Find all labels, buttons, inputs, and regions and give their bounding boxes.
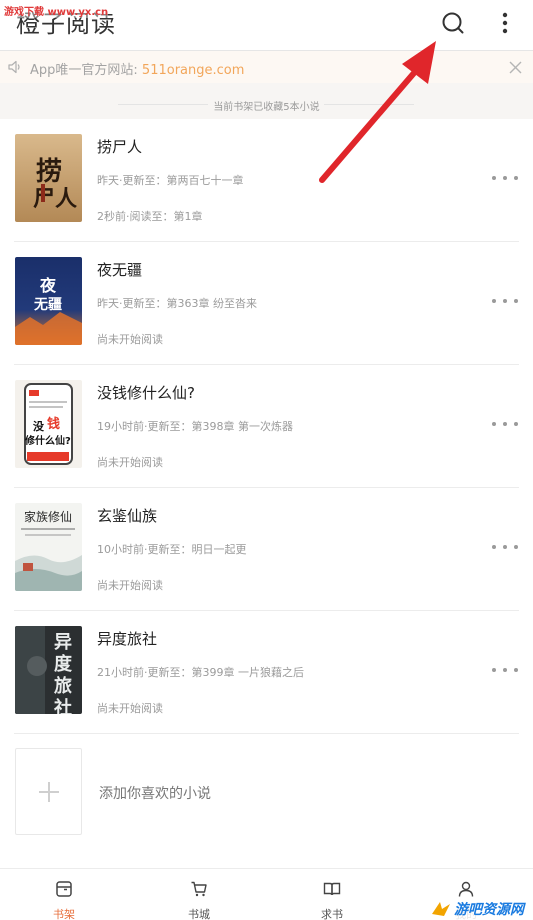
book-more-button[interactable] <box>492 417 518 431</box>
book-update: 昨天·更新至：第两百七十一章 <box>97 174 244 187</box>
book-update: 21小时前·更新至：第399章 一片狼藉之后 <box>97 666 304 679</box>
shelf-count: 当前书架已收藏5本小说 <box>213 102 320 113</box>
book-item[interactable]: 捞 尸人 捞尸人 昨天·更新至：第两百七十一章 2秒前·阅读至：第1章 <box>0 119 533 242</box>
svg-text:修什么仙?: 修什么仙? <box>24 434 71 447</box>
book-item[interactable]: 家族修仙 玄鉴仙族 10小时前·更新至：明日一起更 尚未开始阅读 <box>0 488 533 611</box>
book-update: 19小时前·更新至：第398章 第一次炼器 <box>97 420 293 433</box>
official-site-link[interactable]: 511orange.com <box>142 63 244 78</box>
svg-text:夜: 夜 <box>39 276 57 295</box>
svg-text:无疆: 无疆 <box>33 297 62 313</box>
book-more-button[interactable] <box>492 294 518 308</box>
book-cover[interactable]: 捞 尸人 <box>15 134 82 222</box>
book-cover[interactable]: 夜 无疆 <box>15 257 82 345</box>
more-horizontal-icon <box>492 299 496 303</box>
more-horizontal-icon <box>492 176 496 180</box>
book-cover[interactable]: 家族修仙 <box>15 503 82 591</box>
watermark-logo-icon <box>432 901 450 916</box>
svg-text:旅: 旅 <box>54 675 72 697</box>
book-progress: 尚未开始阅读 <box>97 456 163 469</box>
search-icon <box>442 12 464 34</box>
close-icon <box>509 61 521 73</box>
more-horizontal-icon <box>492 545 496 549</box>
svg-text:异: 异 <box>54 632 72 653</box>
search-button[interactable] <box>438 8 468 38</box>
notice-text: App唯一官方网站: 511orange.com <box>30 59 244 78</box>
divider-right <box>324 104 414 105</box>
book-item[interactable]: 没 钱 修什么仙? 没钱修什么仙? 19小时前·更新至：第398章 第一次炼器 … <box>0 365 533 488</box>
add-book-label: 添加你喜欢的小说 <box>99 786 211 802</box>
add-book-button[interactable] <box>15 748 82 835</box>
book-title: 没钱修什么仙? <box>97 384 195 402</box>
person-icon <box>436 879 496 899</box>
book-title: 夜无疆 <box>97 261 143 279</box>
nav-request[interactable]: 求书 <box>302 879 362 920</box>
svg-text:没: 没 <box>33 419 45 433</box>
book-progress: 2秒前·阅读至：第1章 <box>97 210 203 223</box>
nav-shelf-label: 书架 <box>53 908 75 920</box>
svg-text:家族修仙: 家族修仙 <box>24 509 72 524</box>
book-progress: 尚未开始阅读 <box>97 333 163 346</box>
book-item[interactable]: 夜 无疆 夜无疆 昨天·更新至：第363章 纷至沓来 尚未开始阅读 <box>0 242 533 365</box>
plus-icon <box>38 781 59 802</box>
book-title: 异度旅社 <box>97 630 158 648</box>
top-bar: 橙子阅读 游戏下载 www.yx.cn <box>0 0 533 50</box>
svg-text:钱: 钱 <box>47 416 60 432</box>
book-item[interactable]: 异 度 旅 社 异度旅社 21小时前·更新至：第399章 一片狼藉之后 尚未开始… <box>0 611 533 734</box>
more-horizontal-icon <box>492 668 496 672</box>
watermark-text: 游吧资源网 <box>454 901 524 918</box>
notice-close-button[interactable] <box>505 57 525 77</box>
watermark-bottom-right: 游吧资源网 <box>430 897 533 920</box>
notice-label: App唯一官方网站: <box>30 63 142 78</box>
speaker-icon <box>7 59 23 79</box>
cart-icon <box>169 879 229 899</box>
book-title: 捞尸人 <box>97 138 143 156</box>
shelf-count-bar: 当前书架已收藏5本小说 <box>0 83 533 119</box>
bookshelf-icon <box>34 879 94 899</box>
book-more-button[interactable] <box>492 663 518 677</box>
app-screen: 橙子阅读 游戏下载 www.yx.cn App唯一官方网站: 511orange… <box>0 0 533 920</box>
book-progress: 尚未开始阅读 <box>97 579 163 592</box>
book-title: 玄鉴仙族 <box>97 507 158 525</box>
book-cover[interactable]: 异 度 旅 社 <box>15 626 82 714</box>
book-more-button[interactable] <box>492 540 518 554</box>
nav-request-label: 求书 <box>321 908 343 920</box>
watermark-top: 游戏下载 www.yx.cn <box>4 3 109 18</box>
nav-shelf[interactable]: 书架 <box>34 879 94 920</box>
book-update: 10小时前·更新至：明日一起更 <box>97 543 247 556</box>
add-book-row[interactable]: 添加你喜欢的小说 <box>0 734 533 844</box>
book-cover[interactable]: 没 钱 修什么仙? <box>15 380 82 468</box>
open-book-icon <box>302 879 362 899</box>
book-more-button[interactable] <box>492 171 518 185</box>
book-update: 昨天·更新至：第363章 纷至沓来 <box>97 297 257 310</box>
notice-bar: App唯一官方网站: 511orange.com <box>0 51 533 83</box>
svg-text:尸人: 尸人 <box>33 186 77 212</box>
more-horizontal-icon <box>492 422 496 426</box>
nav-store-label: 书城 <box>188 908 210 920</box>
nav-store[interactable]: 书城 <box>169 879 229 920</box>
cover-title: 捞 <box>36 157 62 187</box>
book-list: 捞 尸人 捞尸人 昨天·更新至：第两百七十一章 2秒前·阅读至：第1章 夜 无疆… <box>0 119 533 734</box>
svg-text:社: 社 <box>54 697 72 714</box>
svg-text:度: 度 <box>54 653 73 675</box>
book-progress: 尚未开始阅读 <box>97 702 163 715</box>
more-menu-button[interactable] <box>490 8 520 38</box>
more-vertical-icon <box>502 12 508 34</box>
